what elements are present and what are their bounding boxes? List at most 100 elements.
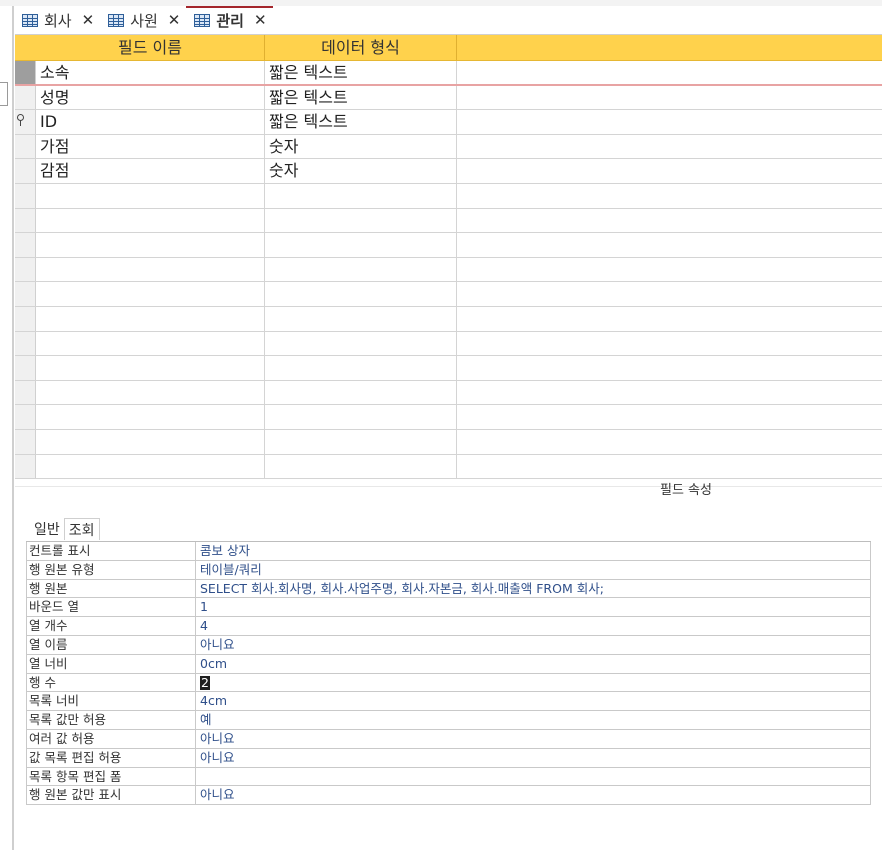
- navigation-pane-handle[interactable]: [0, 82, 8, 106]
- data-type-cell[interactable]: 숫자: [265, 134, 457, 159]
- row-selector[interactable]: [15, 282, 36, 306]
- field-name-cell[interactable]: [36, 306, 265, 331]
- selected-value-text[interactable]: 2: [200, 675, 210, 690]
- row-selector[interactable]: [15, 331, 36, 356]
- empty-field-row[interactable]: [15, 356, 882, 381]
- property-row[interactable]: 행 원본 값만 표시 아니요: [26, 786, 871, 806]
- field-row[interactable]: 성명 짧은 텍스트: [15, 85, 882, 111]
- property-value[interactable]: 예: [198, 711, 871, 729]
- empty-field-row[interactable]: [15, 208, 882, 234]
- field-name-cell[interactable]: 감점: [36, 159, 265, 183]
- property-row[interactable]: 열 개수 4: [26, 617, 871, 636]
- data-type-cell[interactable]: [265, 208, 457, 233]
- close-icon[interactable]: ✕: [254, 11, 267, 29]
- empty-field-row[interactable]: [15, 331, 882, 357]
- property-value[interactable]: 아니요: [198, 635, 871, 654]
- row-selector[interactable]: [15, 257, 36, 282]
- data-type-cell[interactable]: [265, 257, 457, 282]
- row-selector[interactable]: [15, 454, 36, 479]
- empty-field-row[interactable]: [15, 306, 882, 332]
- property-value[interactable]: SELECT 회사.회사명, 회사.사업주명, 회사.자본금, 회사.매출액 F…: [198, 579, 871, 598]
- row-selector[interactable]: [15, 233, 36, 257]
- field-name-cell[interactable]: 소속: [36, 61, 265, 84]
- field-name-header[interactable]: 필드 이름: [36, 35, 265, 60]
- empty-field-row[interactable]: [15, 183, 882, 209]
- data-type-cell[interactable]: [265, 380, 457, 405]
- property-value[interactable]: 테이블/쿼리: [198, 560, 871, 579]
- row-selector[interactable]: [15, 61, 36, 84]
- property-row[interactable]: 값 목록 편집 허용 아니요: [26, 748, 871, 768]
- property-row[interactable]: 목록 항목 편집 폼: [26, 767, 871, 787]
- field-name-cell[interactable]: ID: [36, 110, 265, 134]
- field-name-cell[interactable]: [36, 183, 265, 208]
- field-row[interactable]: 소속 짧은 텍스트: [15, 61, 882, 86]
- row-selector[interactable]: [15, 85, 36, 110]
- field-name-cell[interactable]: [36, 208, 265, 233]
- data-type-cell[interactable]: [265, 183, 457, 208]
- tab-company[interactable]: 회사 ✕: [14, 8, 100, 32]
- empty-field-row[interactable]: [15, 405, 882, 430]
- field-name-cell[interactable]: [36, 429, 265, 454]
- property-value[interactable]: 아니요: [198, 786, 871, 805]
- field-name-cell[interactable]: 성명: [36, 85, 265, 110]
- field-name-cell[interactable]: [36, 331, 265, 356]
- data-type-cell[interactable]: 숫자: [265, 159, 457, 183]
- data-type-cell[interactable]: [265, 429, 457, 454]
- close-icon[interactable]: ✕: [168, 11, 181, 29]
- row-selector[interactable]: [15, 405, 36, 429]
- empty-field-row[interactable]: [15, 380, 882, 406]
- data-type-cell[interactable]: [265, 454, 457, 479]
- property-row[interactable]: 여러 값 허용 아니요: [26, 729, 871, 749]
- row-selector[interactable]: [15, 306, 36, 331]
- field-name-cell[interactable]: [36, 405, 265, 429]
- property-row[interactable]: 바운드 열1: [26, 598, 871, 618]
- data-type-cell[interactable]: [265, 282, 457, 306]
- field-name-cell[interactable]: [36, 380, 265, 405]
- data-type-cell[interactable]: [265, 356, 457, 380]
- data-type-cell[interactable]: 짧은 텍스트: [265, 110, 457, 134]
- empty-field-row[interactable]: [15, 282, 882, 307]
- property-value[interactable]: 1: [198, 598, 871, 617]
- empty-field-row[interactable]: [15, 233, 882, 258]
- field-row[interactable]: 감점 숫자: [15, 159, 882, 184]
- property-value[interactable]: 0cm: [198, 654, 871, 673]
- property-row[interactable]: 행 수 2: [26, 673, 871, 693]
- property-row[interactable]: 행 원본 SELECT 회사.회사명, 회사.사업주명, 회사.자본금, 회사.매…: [26, 579, 871, 599]
- property-value[interactable]: 4cm: [198, 692, 871, 711]
- field-row[interactable]: ID 짧은 텍스트: [15, 110, 882, 135]
- property-row[interactable]: 열 이름 아니요: [26, 635, 871, 655]
- field-name-cell[interactable]: [36, 454, 265, 479]
- empty-field-row[interactable]: [15, 257, 882, 283]
- row-selector[interactable]: [15, 429, 36, 454]
- tab-employee[interactable]: 사원 ✕: [100, 8, 186, 32]
- property-value[interactable]: 콤보 상자: [198, 542, 871, 560]
- property-row[interactable]: 목록 너비 4cm: [26, 692, 871, 712]
- row-selector[interactable]: [15, 380, 36, 405]
- row-selector[interactable]: [15, 134, 36, 159]
- tab-general[interactable]: 일반: [30, 518, 64, 540]
- empty-field-row[interactable]: [15, 454, 882, 480]
- field-name-cell[interactable]: [36, 257, 265, 282]
- property-value[interactable]: 아니요: [198, 729, 871, 748]
- property-value[interactable]: 4: [198, 617, 871, 635]
- field-name-cell[interactable]: 가점: [36, 134, 265, 159]
- row-selector[interactable]: [15, 110, 36, 134]
- data-type-cell[interactable]: [265, 306, 457, 331]
- row-selector[interactable]: [15, 159, 36, 183]
- property-row[interactable]: 컨트롤 표시 콤보 상자: [26, 542, 871, 561]
- property-value[interactable]: 아니요: [198, 748, 871, 767]
- tab-lookup[interactable]: 조회: [63, 518, 100, 540]
- property-value[interactable]: [198, 767, 871, 786]
- row-selector[interactable]: [15, 356, 36, 380]
- empty-field-row[interactable]: [15, 429, 882, 455]
- field-name-cell[interactable]: [36, 233, 265, 257]
- row-selector[interactable]: [15, 183, 36, 208]
- property-row[interactable]: 목록 값만 허용 예: [26, 711, 871, 730]
- tab-management[interactable]: 관리 ✕: [186, 6, 273, 32]
- property-row[interactable]: 열 너비 0cm: [26, 654, 871, 674]
- field-name-cell[interactable]: [36, 356, 265, 380]
- data-type-cell[interactable]: [265, 233, 457, 257]
- data-type-cell[interactable]: 짧은 텍스트: [265, 85, 457, 110]
- row-selector[interactable]: [15, 208, 36, 233]
- field-name-cell[interactable]: [36, 282, 265, 306]
